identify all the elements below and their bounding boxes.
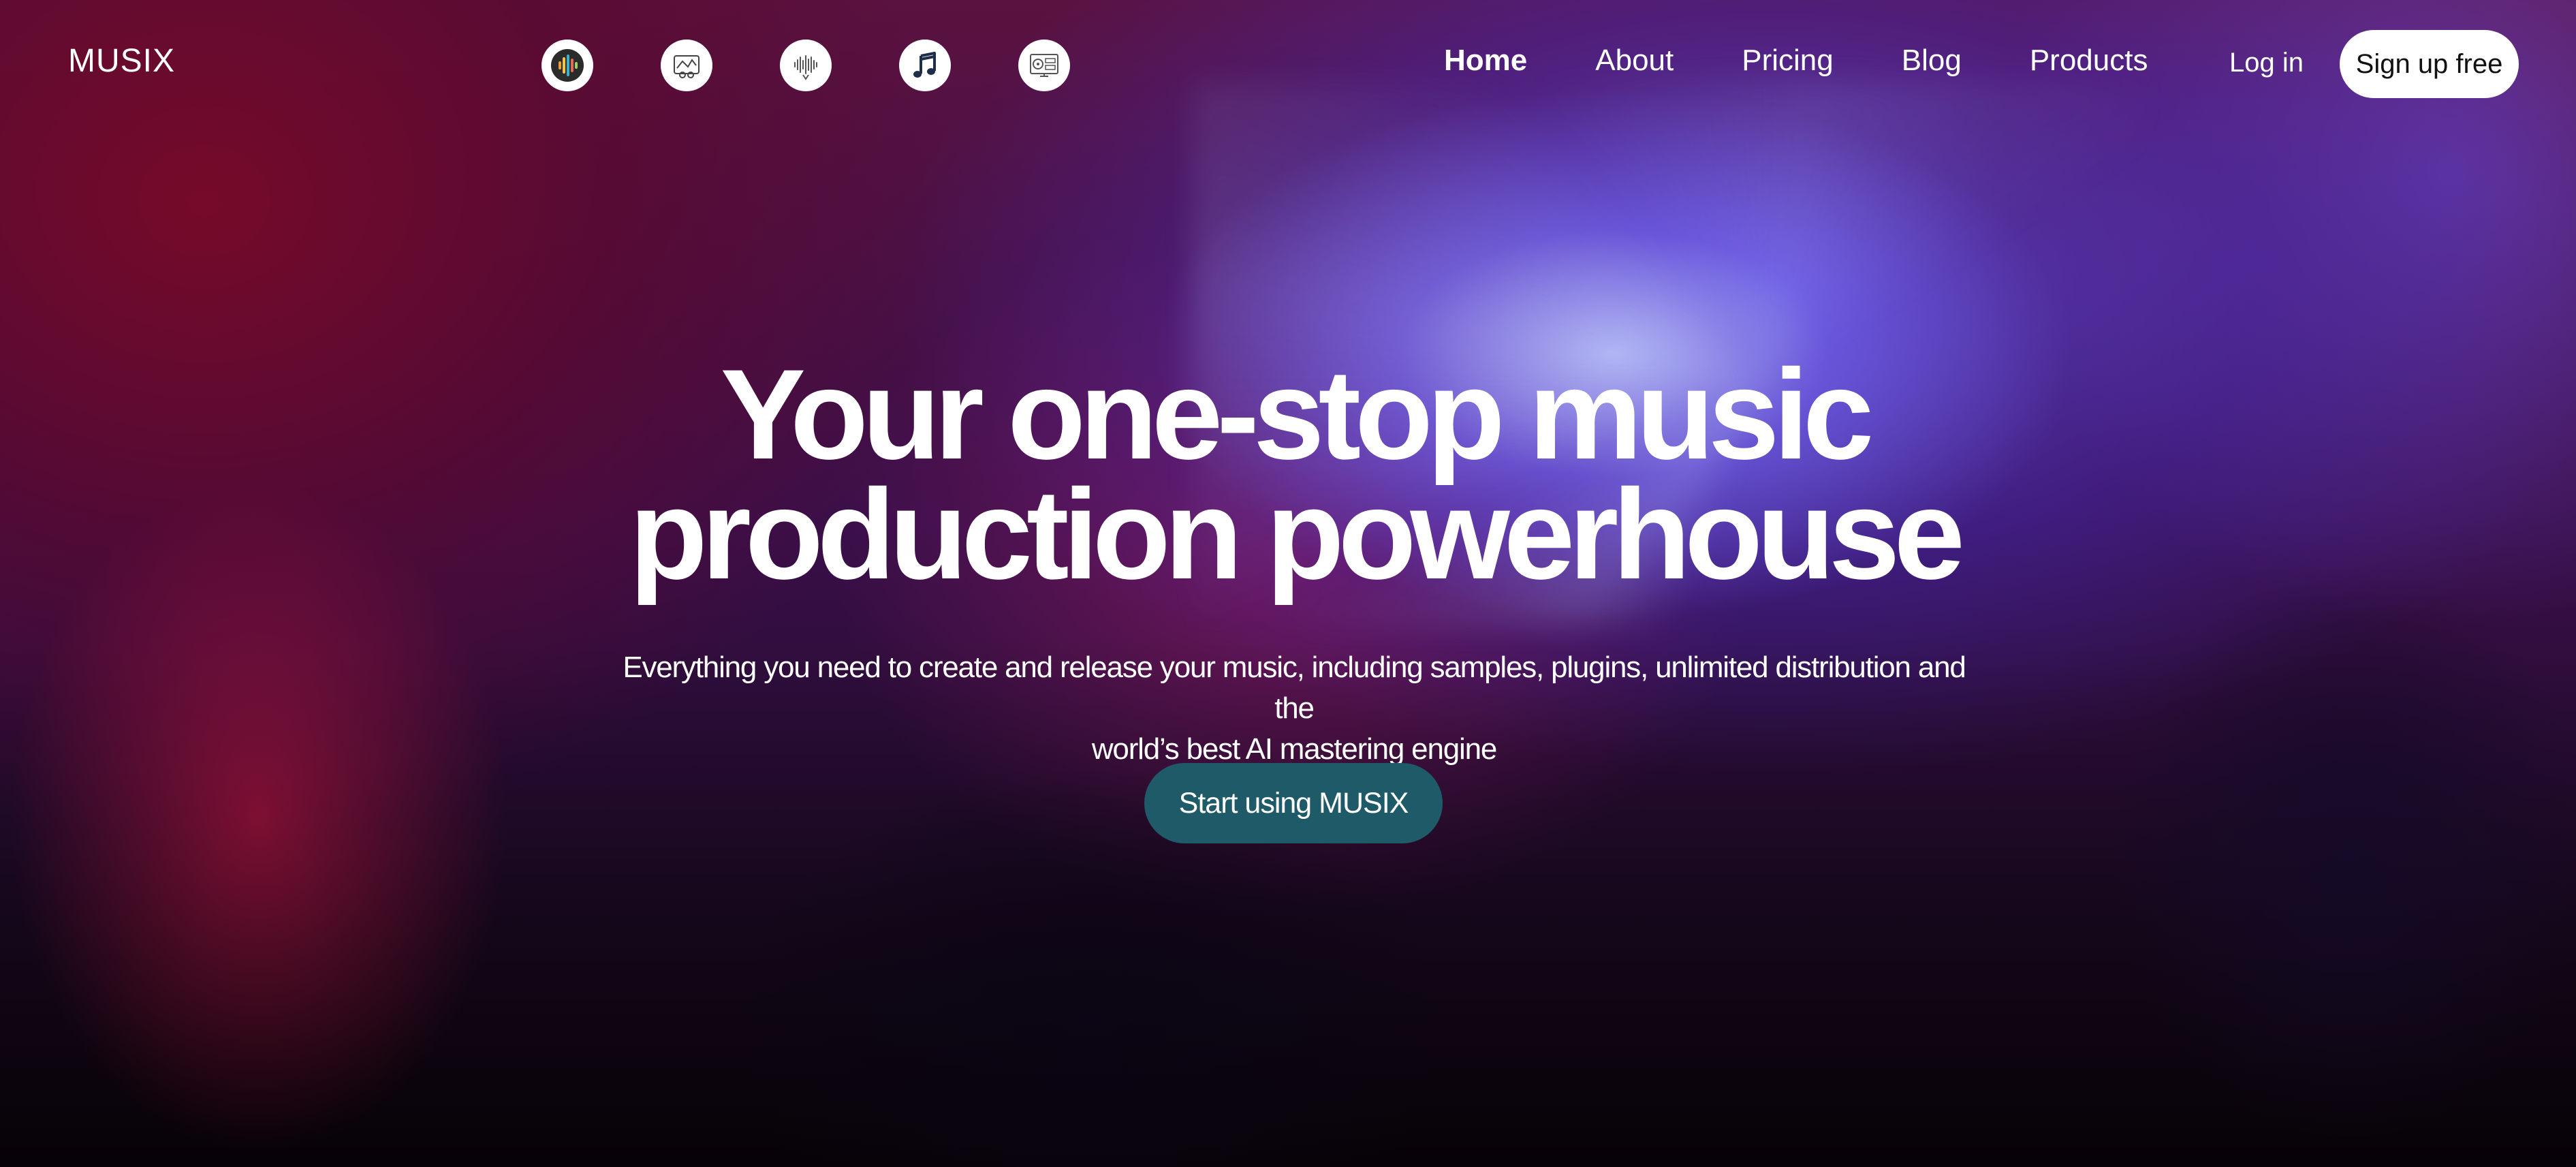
tools-icon[interactable] bbox=[661, 40, 712, 91]
nav-products-link[interactable]: Products bbox=[2030, 44, 2148, 78]
nav-about-link[interactable]: About bbox=[1595, 44, 1674, 78]
nav-home-link[interactable]: Home bbox=[1444, 44, 1527, 78]
signup-button[interactable]: Sign up free bbox=[2340, 30, 2519, 98]
music-note-icon[interactable] bbox=[899, 40, 951, 91]
hero-subtitle-line-1: Everything you need to create and releas… bbox=[623, 651, 1966, 725]
hero-title-line-2: production powerhouse bbox=[629, 463, 1965, 606]
equalizer-icon[interactable] bbox=[541, 40, 593, 91]
app-icon-bar bbox=[541, 40, 1070, 91]
studio-icon[interactable] bbox=[1018, 40, 1070, 91]
waveform-icon[interactable] bbox=[780, 40, 832, 91]
nav-pricing-link[interactable]: Pricing bbox=[1742, 44, 1834, 78]
nav-blog-link[interactable]: Blog bbox=[1902, 44, 1962, 78]
landing-page: MUSIX Home About Pricing Blog Products L… bbox=[0, 0, 2576, 1167]
hero-title: Your one-stop music production powerhous… bbox=[477, 350, 2111, 598]
hero-subtitle-line-2: world’s best AI mastering engine bbox=[1091, 732, 1497, 766]
login-link[interactable]: Log in bbox=[2229, 48, 2304, 78]
site-logo[interactable]: MUSIX bbox=[68, 42, 175, 80]
main-nav: Home About Pricing Blog Products bbox=[1444, 44, 2148, 78]
hero-subtitle: Everything you need to create and releas… bbox=[613, 647, 1975, 770]
start-using-button[interactable]: Start using MUSIX bbox=[1144, 763, 1443, 843]
